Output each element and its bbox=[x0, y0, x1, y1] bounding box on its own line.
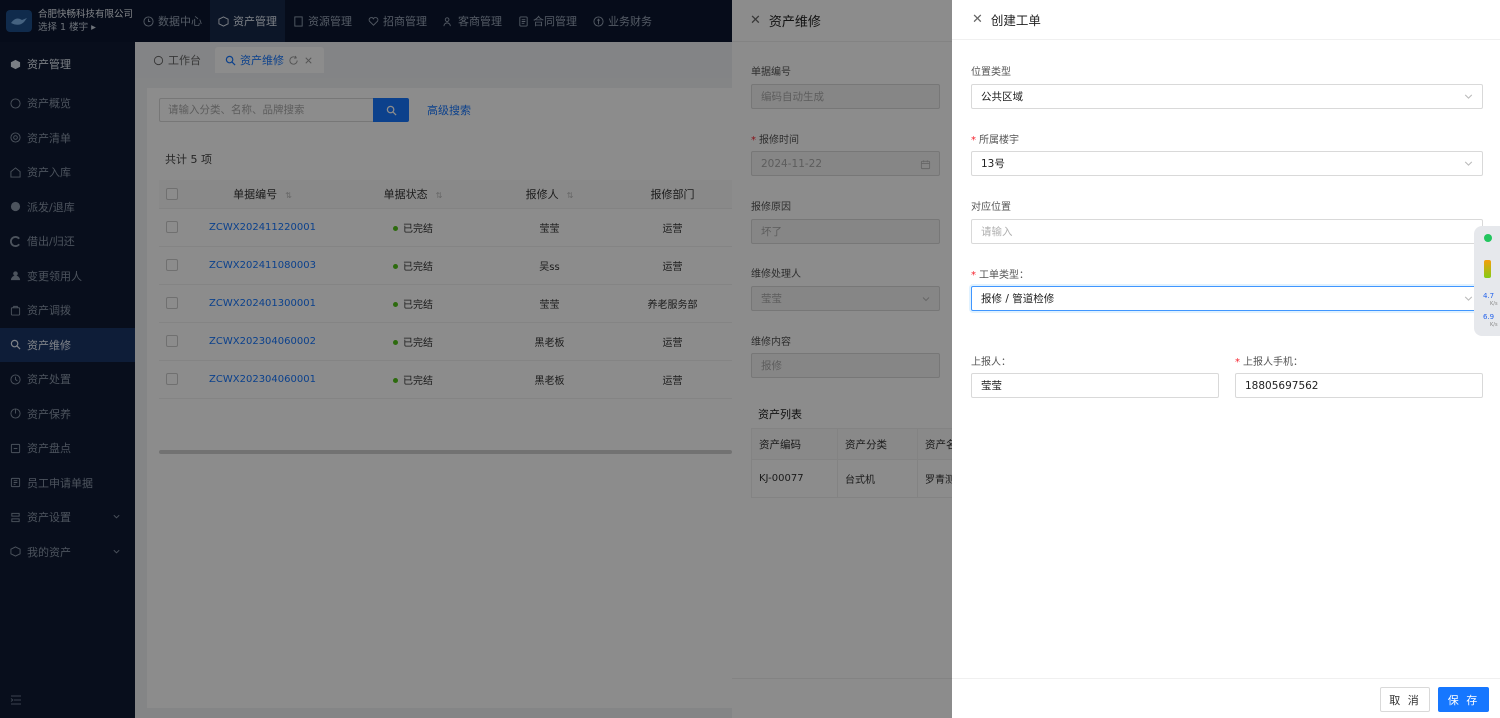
drawer-header: ✕ 创建工单 bbox=[952, 0, 1500, 40]
download-speed: 6.9 bbox=[1483, 313, 1495, 321]
reporter-phone-label: * 上报人手机： bbox=[1235, 353, 1303, 368]
field-label-text: 对应位置 bbox=[971, 202, 1011, 213]
select-value: 报修 / 管道检修 bbox=[981, 293, 1055, 305]
field-label-text: 上报人手机： bbox=[1243, 357, 1303, 368]
required-mark: * bbox=[971, 135, 976, 146]
download-unit: K/s bbox=[1490, 322, 1498, 328]
reporter-phone-input[interactable] bbox=[1235, 373, 1483, 398]
required-mark: * bbox=[1235, 357, 1240, 368]
chevron-down-icon bbox=[1464, 94, 1473, 99]
location-type-select[interactable]: 公共区域 bbox=[971, 84, 1483, 109]
save-button[interactable]: 保 存 bbox=[1438, 687, 1489, 712]
drawer-footer: 取 消 保 存 bbox=[952, 678, 1500, 718]
reporter-label: 上报人： bbox=[971, 353, 1011, 368]
field-label-text: 上报人： bbox=[971, 357, 1011, 368]
location-label: 对应位置 bbox=[971, 198, 1011, 213]
create-workorder-drawer: ✕ 创建工单 位置类型 公共区域 *所属楼宇 13号 对应位置 *工单类型： 报… bbox=[952, 0, 1500, 718]
upload-speed: 4.7 bbox=[1483, 292, 1495, 300]
select-value: 公共区域 bbox=[981, 91, 1023, 103]
chevron-down-icon bbox=[1464, 161, 1473, 166]
field-label-text: 位置类型 bbox=[971, 67, 1011, 78]
chevron-down-icon bbox=[1464, 296, 1473, 301]
cancel-button[interactable]: 取 消 bbox=[1380, 687, 1430, 712]
location-type-label: 位置类型 bbox=[971, 63, 1011, 78]
building-label: * 所属楼宇 bbox=[971, 131, 1019, 146]
order-type-cascader[interactable]: 报修 / 管道检修 bbox=[971, 286, 1483, 311]
status-dot bbox=[1484, 234, 1492, 242]
reporter-input[interactable] bbox=[971, 373, 1219, 398]
drawer-mask[interactable] bbox=[732, 0, 952, 718]
select-value: 13号 bbox=[981, 158, 1005, 170]
network-speed-widget[interactable]: 4.7 K/s 6.9 K/s bbox=[1474, 226, 1500, 336]
field-label-text: 工单类型： bbox=[979, 270, 1029, 281]
upload-unit: K/s bbox=[1490, 301, 1498, 307]
drawer-title: 创建工单 bbox=[990, 13, 1041, 28]
order-type-label: * 工单类型： bbox=[971, 266, 1029, 281]
building-select[interactable]: 13号 bbox=[971, 151, 1483, 176]
location-input[interactable] bbox=[971, 219, 1483, 244]
close-icon[interactable]: ✕ bbox=[972, 12, 983, 27]
field-label-text: 所属楼宇 bbox=[979, 135, 1019, 146]
speed-meter-icon bbox=[1484, 260, 1491, 278]
required-mark: * bbox=[971, 270, 976, 281]
